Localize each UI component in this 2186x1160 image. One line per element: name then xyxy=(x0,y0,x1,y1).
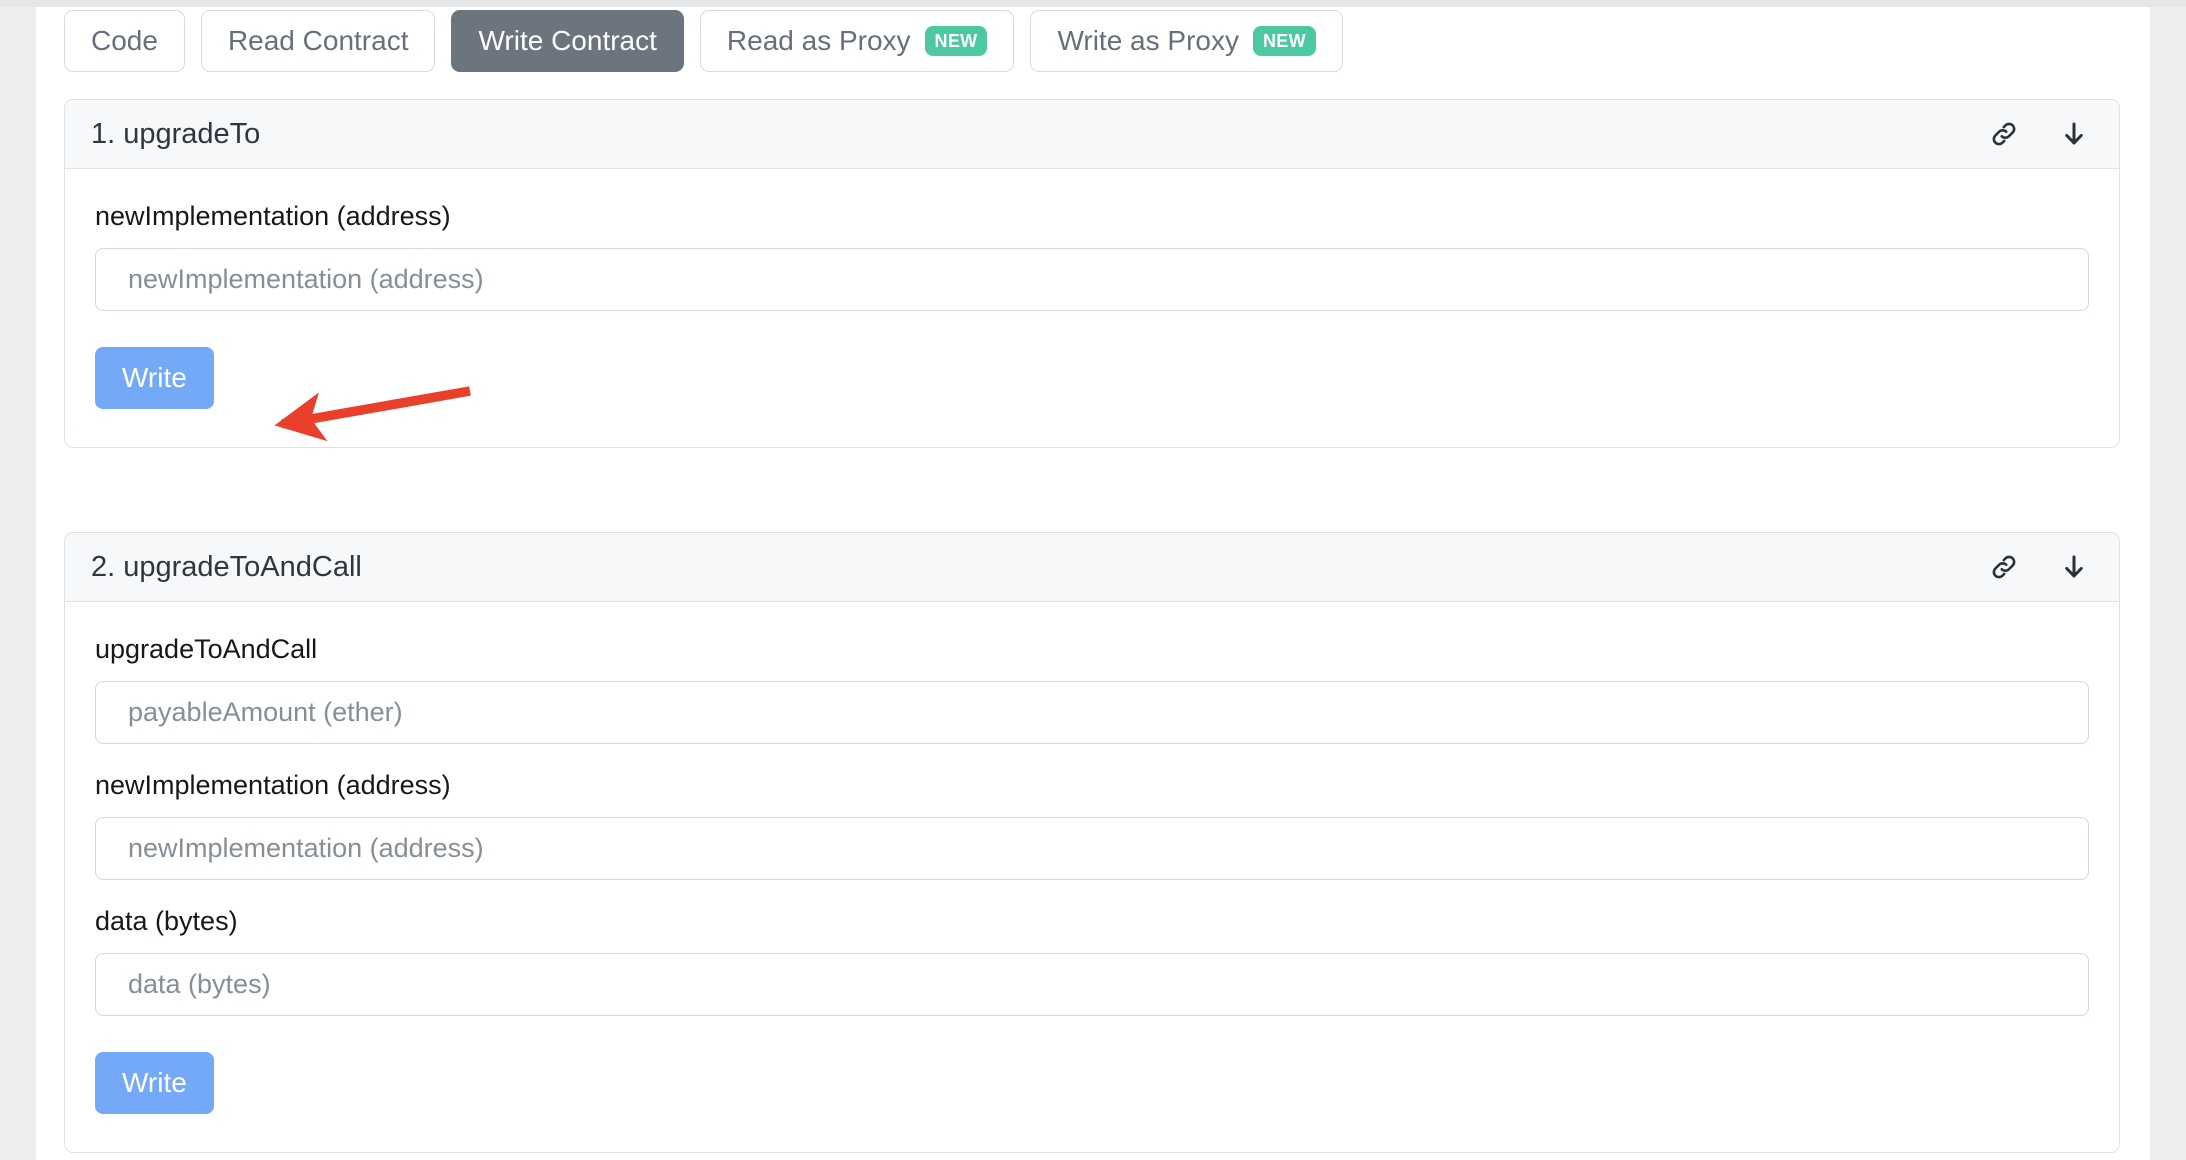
tab-label: Write as Proxy xyxy=(1057,25,1239,56)
browser-chrome-strip xyxy=(0,0,2186,7)
newimplementation-input[interactable] xyxy=(95,248,2089,311)
link-icon[interactable] xyxy=(1987,550,2021,584)
payableamount-input[interactable] xyxy=(95,681,2089,744)
function-title: 1. upgradeTo xyxy=(91,117,261,150)
card-header: 1. upgradeTo xyxy=(65,100,2119,169)
field-newimplementation: newImplementation (address) xyxy=(95,772,2089,880)
function-card-upgradetoandcall: 2. upgradeToAndCall upgradeToAndCall pay… xyxy=(64,532,2120,1153)
field-payableamount: upgradeToAndCall xyxy=(95,636,2089,744)
tab-write-as-proxy[interactable]: Write as Proxy NEW xyxy=(1030,10,1343,72)
tab-label: Code xyxy=(91,25,158,56)
card-body: upgradeToAndCall newImplementation (addr… xyxy=(65,602,2119,1152)
link-icon[interactable] xyxy=(1987,117,2021,151)
down-arrow-icon[interactable] xyxy=(2057,550,2091,584)
tab-read-as-proxy[interactable]: Read as Proxy NEW xyxy=(699,10,1015,72)
card-header-actions xyxy=(1987,117,2091,151)
write-button[interactable]: Write xyxy=(95,347,214,409)
new-badge: NEW xyxy=(924,26,988,56)
tab-label: Read Contract xyxy=(227,25,409,56)
tab-label: Read as Proxy xyxy=(726,25,911,56)
field-label: data (bytes) xyxy=(95,906,238,936)
card-header: 2. upgradeToAndCall xyxy=(65,533,2119,602)
data-bytes-input[interactable] xyxy=(95,953,2089,1016)
card-header-actions xyxy=(1987,550,2091,584)
field-label: upgradeToAndCall xyxy=(95,634,318,664)
screenshot-viewport: Code Read Contract Write Contract Read a… xyxy=(0,0,2186,1160)
field-newimplementation: newImplementation (address) xyxy=(95,203,2089,311)
tab-read-contract[interactable]: Read Contract xyxy=(200,10,436,72)
contract-tabs: Code Read Contract Write Contract Read a… xyxy=(64,10,1343,72)
write-button[interactable]: Write xyxy=(95,1052,214,1114)
function-card-upgradeto: 1. upgradeTo newImplementation (address)… xyxy=(64,99,2120,448)
new-badge: NEW xyxy=(1252,26,1316,56)
function-title: 2. upgradeToAndCall xyxy=(91,550,362,583)
contract-page: Code Read Contract Write Contract Read a… xyxy=(36,7,2150,1160)
field-data-bytes: data (bytes) xyxy=(95,908,2089,1016)
field-label: newImplementation (address) xyxy=(95,201,451,231)
tab-write-contract[interactable]: Write Contract xyxy=(451,10,684,72)
card-body: newImplementation (address) Write xyxy=(65,169,2119,447)
field-label: newImplementation (address) xyxy=(95,770,451,800)
newimplementation-input[interactable] xyxy=(95,817,2089,880)
tab-label: Write Contract xyxy=(478,25,657,56)
down-arrow-icon[interactable] xyxy=(2057,117,2091,151)
tab-code[interactable]: Code xyxy=(64,10,185,72)
